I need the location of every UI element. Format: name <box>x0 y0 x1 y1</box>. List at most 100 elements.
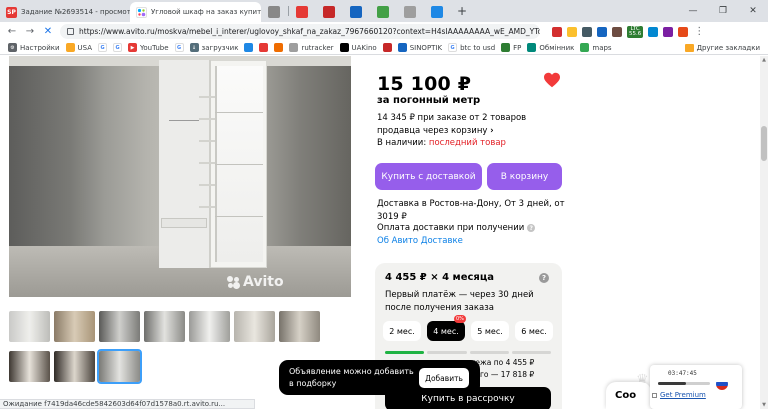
tab-mini-1[interactable] <box>261 2 288 22</box>
bookmark-downloader[interactable]: ↓ загрузчик <box>189 43 238 52</box>
bookmark-google-2[interactable]: G <box>113 43 123 52</box>
bookmark-exchange[interactable]: Обмінник <box>527 43 574 52</box>
scroll-down-icon[interactable]: ▼ <box>760 401 768 409</box>
page-viewport: Avito 15 100 ₽ за погонный метр 14 345 ₽… <box>0 56 768 409</box>
thumbnail[interactable] <box>234 311 275 342</box>
share-icon[interactable] <box>552 26 562 37</box>
bookmark-settings[interactable]: ⚙ Настройки <box>8 43 60 52</box>
page-icon <box>274 43 284 52</box>
media-progress-slider[interactable] <box>658 382 710 385</box>
ltc-price-widget[interactable]: LTC 55.6 <box>627 25 644 38</box>
tab-mini-4[interactable] <box>343 2 370 22</box>
bookmark-extra-4[interactable] <box>382 43 392 52</box>
page-scrollbar[interactable]: ▲ ▼ <box>760 56 768 409</box>
thumbnail-selected[interactable] <box>97 349 142 384</box>
thumbnail[interactable] <box>54 311 95 342</box>
get-premium-link[interactable]: Get Premium <box>660 391 706 399</box>
buy-with-delivery-button[interactable]: Купить с доставкой <box>375 163 482 190</box>
url-text: https://www.avito.ru/moskva/mebel_i_inte… <box>79 27 540 36</box>
month-option-4[interactable]: 4 мес. 0% <box>427 315 466 341</box>
extensions-puzzle-icon[interactable] <box>663 26 674 37</box>
exchange-icon <box>527 43 537 52</box>
question-icon[interactable]: ? <box>539 273 549 283</box>
tab-mini-3[interactable] <box>316 2 343 22</box>
thumbnail[interactable] <box>99 311 140 342</box>
flag-icon <box>65 43 75 52</box>
extension-icon[interactable] <box>612 26 622 37</box>
add-to-cart-button[interactable]: В корзину <box>487 163 562 190</box>
bookmark-label: YouTube <box>140 43 169 52</box>
forward-icon[interactable]: → <box>24 26 36 37</box>
question-icon[interactable]: ? <box>527 224 536 232</box>
lock-icon[interactable] <box>67 28 74 35</box>
close-window-icon[interactable]: ✕ <box>738 0 768 22</box>
tab-mini-7[interactable] <box>424 2 451 22</box>
month-option-2[interactable]: 2 мес. <box>383 321 421 341</box>
thumbnail[interactable] <box>279 311 320 342</box>
more-menu-icon[interactable]: ⋮ <box>693 26 705 37</box>
favorite-heart-icon[interactable] <box>543 72 561 88</box>
back-icon[interactable]: ← <box>6 26 18 37</box>
stop-icon[interactable]: ✕ <box>42 26 54 37</box>
month-option-6[interactable]: 6 мес. <box>515 321 553 341</box>
tab-task[interactable]: SP Задание №2693514 - просмотр з ✕ <box>0 2 130 22</box>
scroll-thumb[interactable] <box>761 126 767 161</box>
thumbnail[interactable] <box>189 311 230 342</box>
bookmark-extra-1[interactable] <box>244 43 254 52</box>
extension-icon[interactable] <box>582 26 592 37</box>
month-option-5[interactable]: 5 мес. <box>471 321 509 341</box>
thumbnail[interactable] <box>144 311 185 342</box>
bookmark-g3[interactable]: G <box>174 43 184 52</box>
bookmark-fp[interactable]: FP <box>501 43 521 52</box>
installment-payment-line: тежа по 4 455 ₽ <box>471 358 535 367</box>
bulk-offer[interactable]: 14 345 ₽ при заказе от 2 товаров продавц… <box>377 112 567 138</box>
bookmark-youtube[interactable]: ▶ YouTube <box>128 43 169 52</box>
tab-mini-6[interactable] <box>397 2 424 22</box>
tab-avito[interactable]: Угловой шкаф на заказ купить в ✕ <box>130 2 261 22</box>
toast-add-button[interactable]: Добавить <box>419 368 469 388</box>
minimize-icon[interactable]: — <box>678 0 708 22</box>
extension-icon[interactable] <box>597 26 607 37</box>
bookmark-rutracker[interactable]: rutracker <box>289 43 334 52</box>
maximize-icon[interactable]: ❐ <box>708 0 738 22</box>
bookmark-maps[interactable]: maps <box>580 43 612 52</box>
tab-mini-2[interactable] <box>289 2 316 22</box>
page-icon <box>268 6 280 18</box>
bookmark-uakino[interactable]: UAKino <box>339 43 377 52</box>
bookmark-label: USA <box>77 43 93 52</box>
other-bookmarks[interactable]: Другие закладки <box>684 43 760 52</box>
profile-avatar-icon[interactable] <box>678 26 689 37</box>
avito-delivery-link[interactable]: Об Авито Доставке <box>377 236 463 246</box>
thumbnail[interactable] <box>9 351 50 382</box>
new-tab-button[interactable]: + <box>451 4 473 18</box>
thumbnail[interactable] <box>54 351 95 382</box>
media-progress-fill <box>658 382 686 385</box>
bookmark-btc[interactable]: Gbtc to usd <box>448 43 495 52</box>
bookmark-usa[interactable]: USA <box>65 43 93 52</box>
bookmark-label: rutracker <box>301 43 334 52</box>
star-icon[interactable] <box>567 26 577 37</box>
progress-segment <box>511 351 551 354</box>
tab-strip: SP Задание №2693514 - просмотр з ✕ Углов… <box>0 0 768 22</box>
shelf <box>199 184 215 186</box>
extension-icon[interactable] <box>648 26 659 37</box>
address-bar[interactable]: https://www.avito.ru/moskva/mebel_i_inte… <box>60 24 540 39</box>
bulk-offer-text: 14 345 ₽ при заказе от 2 товаров продавц… <box>377 113 527 136</box>
bookmark-google-1[interactable]: G <box>98 43 108 52</box>
month-label: 2 мес. <box>389 326 415 336</box>
bookmark-extra-3[interactable] <box>274 43 284 52</box>
checkbox[interactable] <box>652 393 657 398</box>
page-icon <box>259 43 269 52</box>
bookmark-extra-2[interactable] <box>259 43 269 52</box>
tab-mini-5[interactable] <box>370 2 397 22</box>
shelf <box>199 96 215 98</box>
chevron-right-icon: › <box>490 126 494 136</box>
main-product-photo[interactable]: Avito <box>9 56 351 297</box>
thumbnail[interactable] <box>9 311 50 342</box>
scroll-up-icon[interactable]: ▲ <box>760 56 768 64</box>
bookmark-sinoptik[interactable]: SINOPTIK <box>397 43 442 52</box>
chat-widget[interactable]: Соо <box>606 382 651 409</box>
sp-favicon-icon: SP <box>6 6 17 18</box>
russia-flag-icon[interactable] <box>716 378 728 390</box>
watermark-text: Avito <box>243 274 284 290</box>
